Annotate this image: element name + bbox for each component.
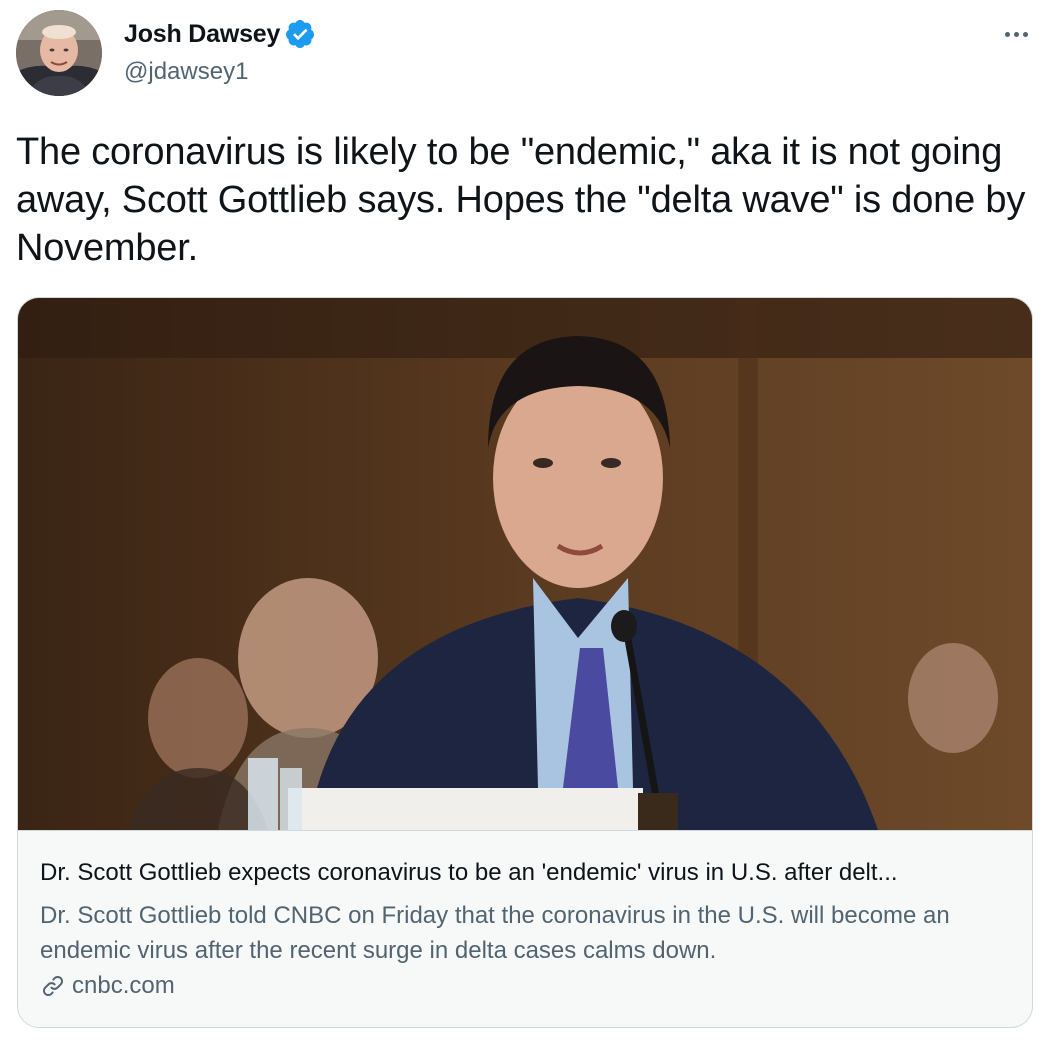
dot: [1004, 31, 1010, 37]
card-domain-text: cnbc.com: [72, 972, 175, 999]
card-title[interactable]: Dr. Scott Gottlieb expects coronavirus t…: [40, 858, 1015, 888]
tweet-text: The coronavirus is likely to be "endemic…: [16, 131, 1026, 269]
card-divider: [18, 830, 1032, 831]
card-image: [18, 298, 1032, 830]
card-photo: [18, 298, 1032, 830]
card-description: Dr. Scott Gottlieb told CNBC on Friday t…: [40, 902, 950, 964]
author-name-row[interactable]: Josh Dawsey: [124, 18, 316, 50]
tweet: Josh Dawsey @jdawsey1 The coronavirus is…: [0, 0, 1052, 1050]
author-avatar[interactable]: [16, 10, 102, 96]
author-handle[interactable]: @jdawsey1: [124, 58, 248, 86]
dot: [1022, 31, 1028, 37]
avatar-photo: [16, 10, 102, 96]
link-preview-card[interactable]: Dr. Scott Gottlieb expects coronavirus t…: [17, 297, 1033, 1028]
author-display-name[interactable]: Josh Dawsey: [124, 20, 280, 49]
more-options-icon[interactable]: [998, 22, 1034, 46]
dot: [1013, 31, 1019, 37]
link-icon: [43, 976, 63, 996]
verified-badge-icon: [286, 20, 315, 49]
card-domain[interactable]: cnbc.com: [40, 972, 175, 1000]
